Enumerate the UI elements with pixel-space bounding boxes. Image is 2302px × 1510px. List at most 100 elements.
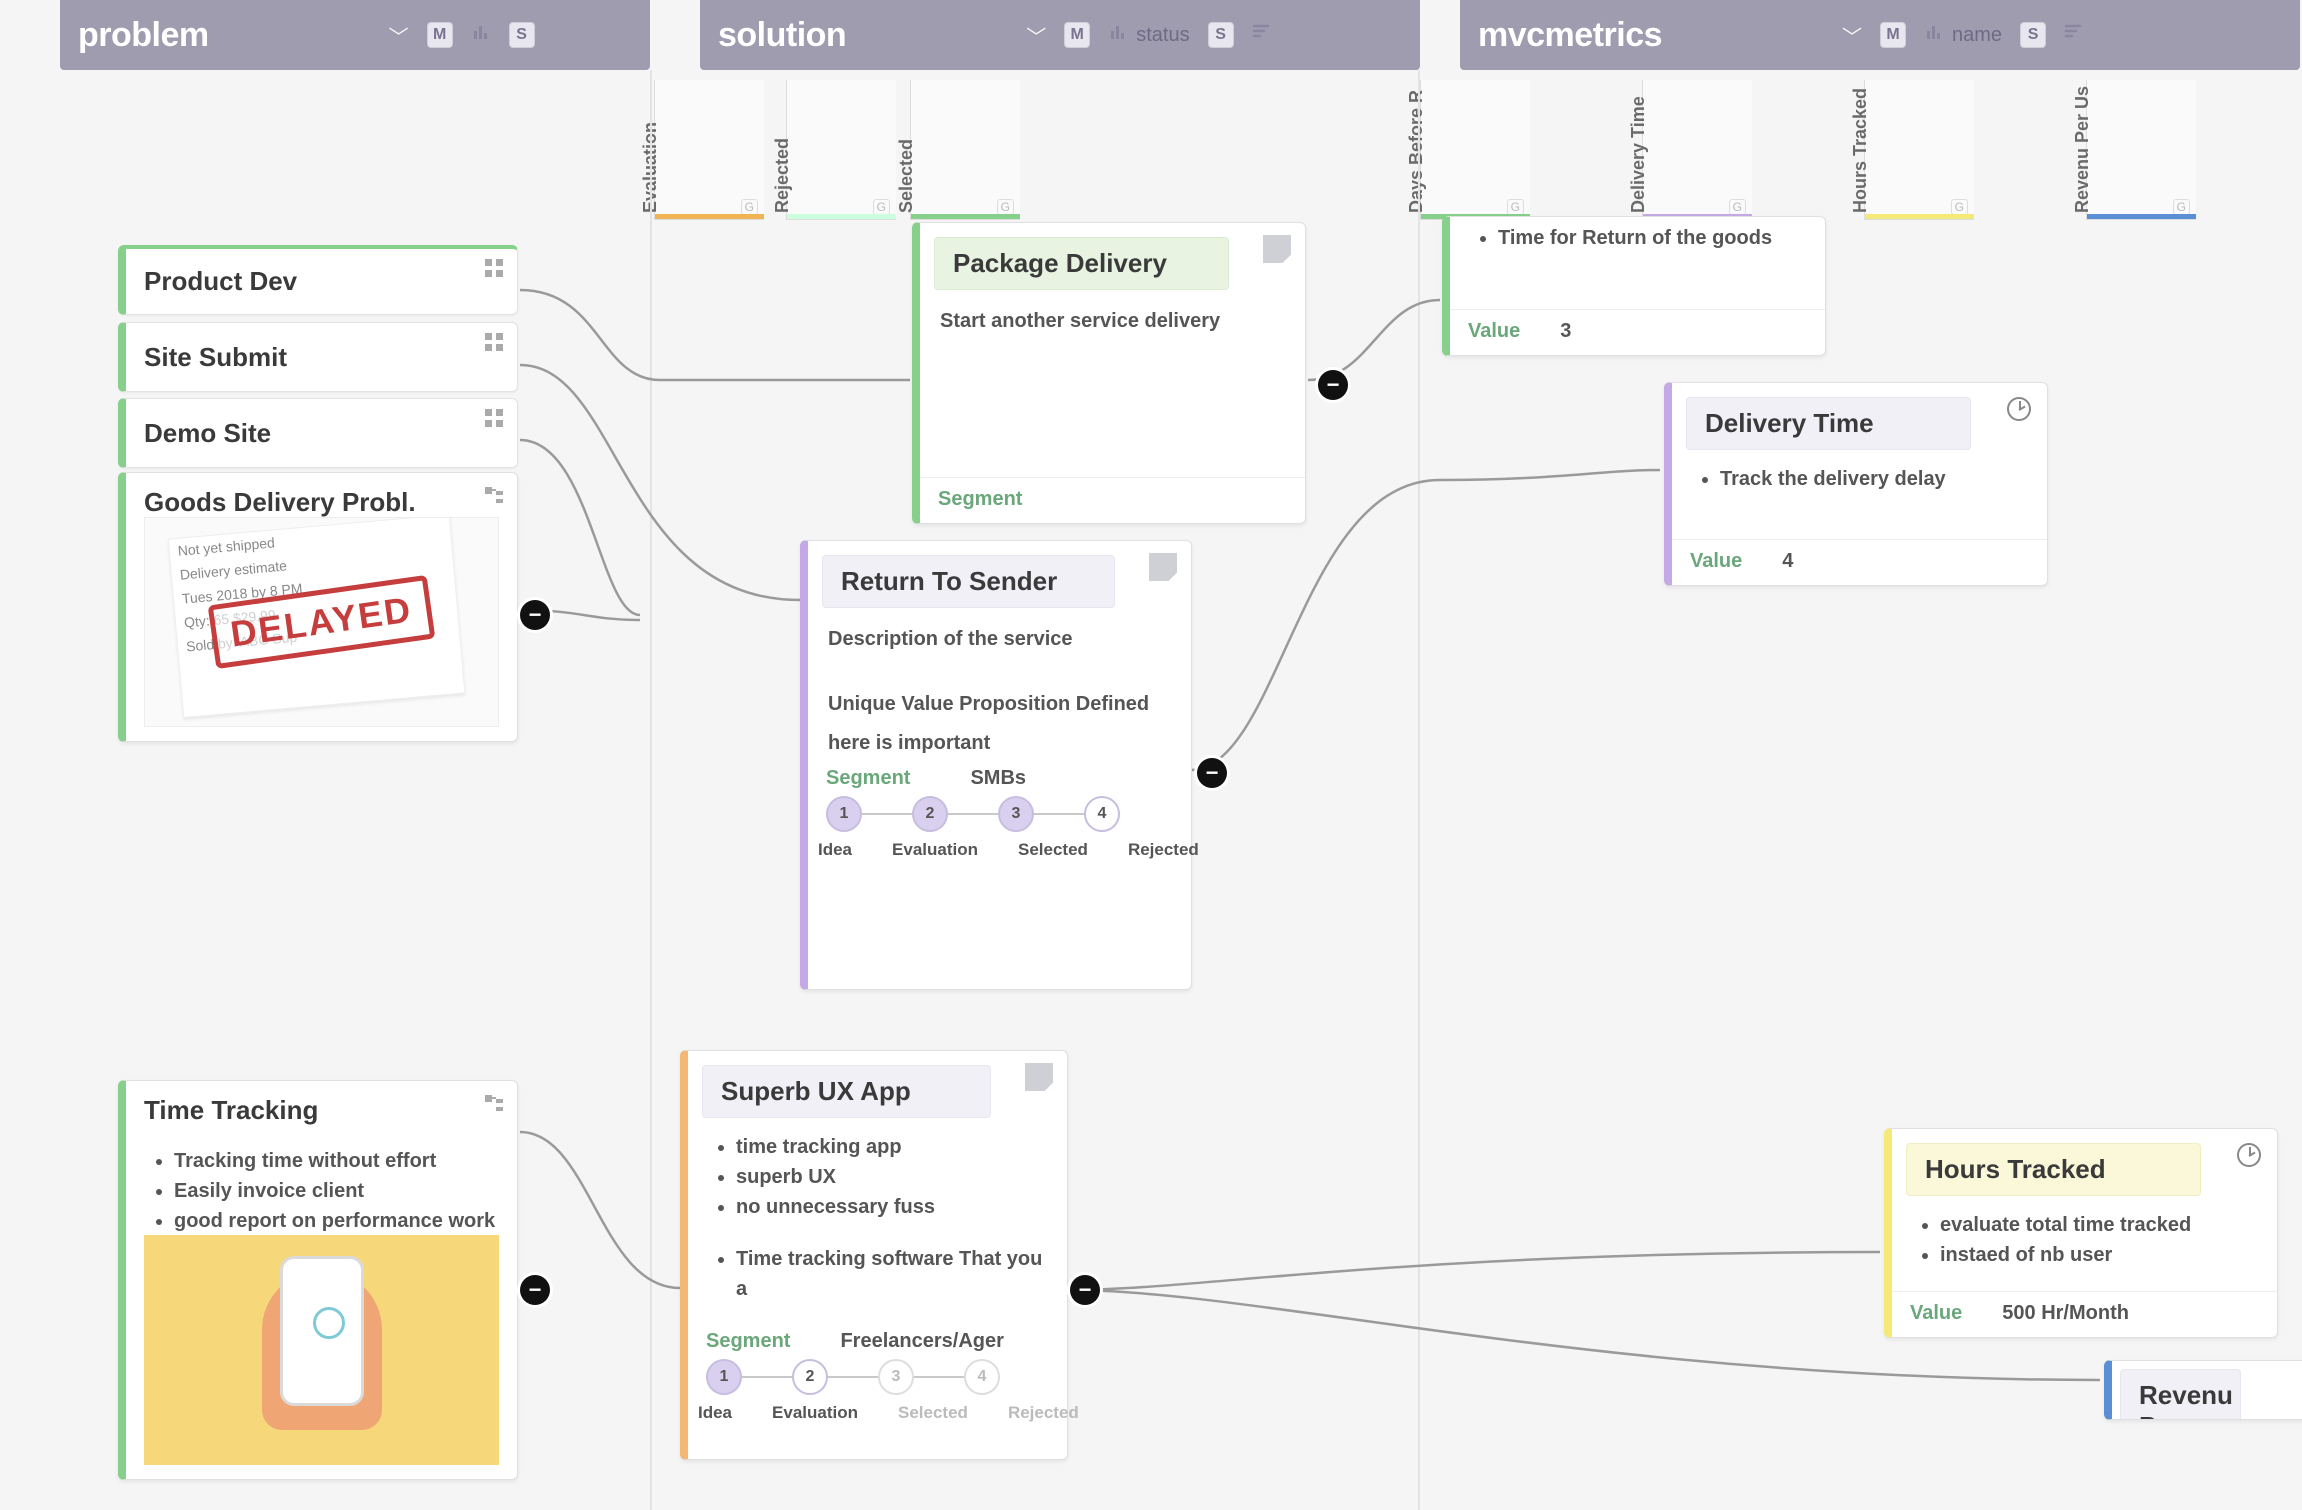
column-problem-header[interactable]: problem ﹀ M S (60, 0, 650, 70)
collapse-knob[interactable]: − (520, 1275, 550, 1305)
subcol-revenu-per-user[interactable]: Revenu Per Us G (2086, 80, 2196, 220)
step-1[interactable]: 1 (706, 1359, 742, 1395)
card-desc: Description of the service (808, 616, 1191, 663)
step-labels: Idea Evaluation Selected Rejected (688, 1401, 1067, 1437)
step-3[interactable]: 3 (998, 796, 1034, 832)
card-product-dev[interactable]: Product Dev (118, 245, 518, 315)
card-hours-tracked[interactable]: Hours Tracked evaluate total time tracke… (1884, 1128, 2278, 1338)
subcol-label: Delivery Time (1628, 96, 1649, 213)
card-footer: Segment (920, 477, 1305, 523)
card-title: Return To Sender (822, 555, 1115, 608)
subcol-label: Selected (896, 139, 917, 213)
sort-icon[interactable] (2064, 23, 2082, 47)
delayed-image: Not yet shipped Delivery estimate Tues 2… (144, 517, 499, 727)
card-title: Time Tracking (126, 1081, 517, 1140)
card-title: Product Dev (144, 266, 297, 297)
chevron-down-icon[interactable]: ﹀ (1842, 21, 1862, 50)
chart-icon[interactable] (471, 22, 491, 48)
card-title: Revenu Per User (2120, 1369, 2241, 1420)
column-divider (650, 70, 652, 1510)
subcol-hours-tracked[interactable]: Hours Tracked G (1864, 80, 1974, 220)
status-stepper[interactable]: 1 2 3 4 (688, 1353, 1067, 1401)
step-1[interactable]: 1 (826, 796, 862, 832)
card-time-tracking[interactable]: Time Tracking Tracking time without effo… (118, 1080, 518, 1480)
card-return-to-sender[interactable]: Return To Sender Description of the serv… (800, 540, 1192, 990)
collapse-knob[interactable]: − (1070, 1275, 1100, 1305)
card-title: Package Delivery (934, 237, 1229, 290)
note-icon (1149, 553, 1177, 581)
card-title: Demo Site (144, 418, 271, 449)
subcol-label: Days Before R (1406, 90, 1427, 213)
step-labels: Idea Evaluation Selected Rejected (808, 838, 1191, 874)
badge-m[interactable]: M (1880, 22, 1906, 48)
card-bullets: Time for Return of the goods (1450, 217, 1825, 259)
card-revenu-per-user[interactable]: Revenu Per User (2104, 1360, 2302, 1420)
collapse-knob[interactable]: − (1318, 370, 1348, 400)
column-divider (1418, 70, 1420, 1510)
step-2[interactable]: 2 (912, 796, 948, 832)
chevron-down-icon[interactable]: ﹀ (389, 21, 409, 50)
card-text: Start another service delivery (920, 298, 1305, 345)
subcol-delivery-time[interactable]: Delivery Time G (1642, 80, 1752, 220)
badge-s[interactable]: S (509, 22, 535, 48)
card-title: Site Submit (144, 342, 287, 373)
subcol-selected[interactable]: Selected G (910, 80, 1020, 220)
subcol-rejected[interactable]: Rejected G (786, 80, 896, 220)
card-site-submit[interactable]: Site Submit (118, 322, 518, 392)
collapse-knob[interactable]: − (1197, 758, 1227, 788)
column-mvcmetrics-header[interactable]: mvcmetrics ﹀ M name S (1460, 0, 2300, 70)
subcol-label: Hours Tracked (1850, 88, 1871, 213)
card-superb-ux[interactable]: Superb UX App time tracking app superb U… (680, 1050, 1068, 1460)
card-title: Delivery Time (1686, 397, 1971, 450)
group-icon: G (741, 199, 758, 215)
step-3[interactable]: 3 (878, 1359, 914, 1395)
chevron-down-icon[interactable]: ﹀ (1026, 21, 1046, 50)
tree-icon (485, 487, 503, 505)
subcol-label: Rejected (772, 138, 793, 213)
subcol-days-before[interactable]: Days Before R G (1420, 80, 1530, 220)
card-package-delivery[interactable]: Package Delivery Start another service d… (912, 222, 1306, 524)
clock-icon (2007, 397, 2031, 421)
card-footer: Value 4 (1672, 539, 2047, 585)
card-demo-site[interactable]: Demo Site (118, 398, 518, 468)
segment-value: Freelancers/Ager (840, 1330, 1003, 1353)
status-stepper[interactable]: 1 2 3 4 (808, 790, 1191, 838)
note-icon (1263, 235, 1291, 263)
card-uvp: Unique Value Proposition Defined (808, 663, 1191, 728)
sort-label: status (1136, 24, 1189, 47)
card-goods-delivery[interactable]: Goods Delivery Probl. Not yet shipped De… (118, 472, 518, 742)
grid-icon (485, 333, 503, 351)
subcol-label: Revenu Per Us (2072, 86, 2093, 213)
column-solution-header[interactable]: solution ﹀ M status S (700, 0, 1420, 70)
card-bullets: Tracking time without effort Easily invo… (126, 1140, 517, 1242)
column-mvcmetrics-title: mvcmetrics (1478, 16, 1662, 55)
subcol-evaluation[interactable]: Evaluation G (654, 80, 764, 220)
card-footer: Value 500 Hr/Month (1892, 1291, 2277, 1337)
step-4[interactable]: 4 (964, 1359, 1000, 1395)
group-icon: G (997, 199, 1014, 215)
step-2[interactable]: 2 (792, 1359, 828, 1395)
badge-s[interactable]: S (1208, 22, 1234, 48)
step-4[interactable]: 4 (1084, 796, 1120, 832)
chart-icon[interactable] (1924, 22, 1944, 48)
card-time-for-return[interactable]: Time for Return of the goods Value 3 (1442, 216, 1826, 356)
badge-s[interactable]: S (2020, 22, 2046, 48)
badge-m[interactable]: M (427, 22, 453, 48)
card-extra-bullet: Time tracking software That you a (688, 1228, 1067, 1310)
chart-icon[interactable] (1108, 22, 1128, 48)
note-icon (1025, 1063, 1053, 1091)
card-bullets: Track the delivery delay (1672, 458, 2047, 500)
card-delivery-time[interactable]: Delivery Time Track the delivery delay V… (1664, 382, 2048, 586)
clock-icon (2237, 1143, 2261, 1167)
segment-label: Segment (826, 767, 910, 790)
group-icon: G (1951, 199, 1968, 215)
segment-value: SMBs (970, 767, 1026, 790)
collapse-knob[interactable]: − (520, 600, 550, 630)
grid-icon (485, 409, 503, 427)
sort-icon[interactable] (1252, 23, 1270, 47)
badge-m[interactable]: M (1064, 22, 1090, 48)
phone-image (144, 1235, 499, 1465)
card-bullets: evaluate total time tracked instaed of n… (1892, 1204, 2277, 1276)
sort-label: name (1952, 24, 2002, 47)
card-bullets: time tracking app superb UX no unnecessa… (688, 1126, 1067, 1228)
